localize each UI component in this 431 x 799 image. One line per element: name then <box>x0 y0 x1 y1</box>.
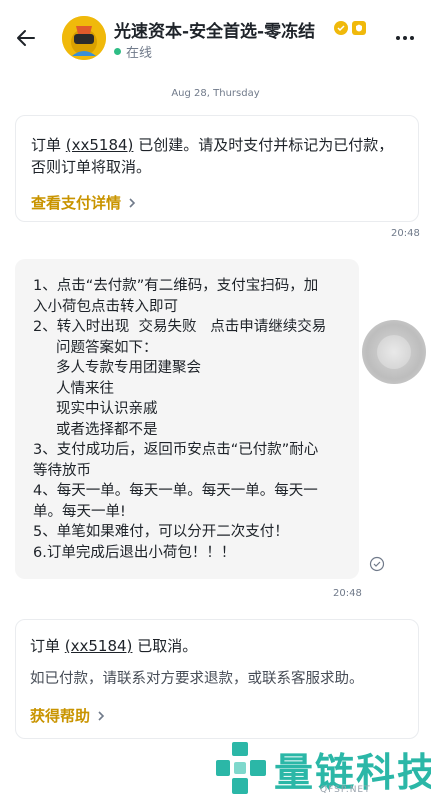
order-cancelled-text: 订单 (xx5184) 已取消。 <box>30 635 402 657</box>
message-line: 4、每天一单。每天一单。每天一单。每天一 <box>33 483 318 499</box>
order-cancelled-message: 已取消。 <box>132 637 198 655</box>
avatar[interactable] <box>62 16 106 60</box>
message-line: 2、转入时出现 交易失败 点击申请继续交易 <box>33 319 327 335</box>
view-payment-details-label: 查看支付详情 <box>31 194 122 212</box>
chevron-right-icon <box>129 197 136 208</box>
order-card-time: 20:48 <box>391 228 420 239</box>
view-payment-details-link[interactable]: 查看支付详情 <box>31 192 402 213</box>
more-horizontal-icon[interactable] <box>396 36 414 40</box>
floating-assistive-button[interactable] <box>362 320 426 384</box>
refund-hint: 如已付款，请联系对方要求退款，或联系客服求助。 <box>30 671 364 687</box>
shield-badge-icon <box>352 21 366 35</box>
order-prefix: 订单 <box>31 136 66 154</box>
chat-message-bubble: 1、点击“去付款”有二维码，支付宝扫码，加 入小荷包点击转入即可 2、转入时出现 交… <box>15 259 359 579</box>
get-help-label: 获得帮助 <box>30 707 91 725</box>
message-time: 20:48 <box>333 588 362 599</box>
cancel-order-id-link[interactable]: (xx5184) <box>65 637 133 655</box>
message-line: 等待放币 <box>33 462 91 479</box>
get-help-link[interactable]: 获得帮助 <box>30 705 402 726</box>
verified-badge-icon <box>334 21 348 35</box>
online-status: 在线 <box>114 42 152 61</box>
order-id-link[interactable]: (xx5184) <box>66 136 134 154</box>
merchant-badges <box>334 21 366 35</box>
arrow-left-icon[interactable] <box>14 26 38 50</box>
date-separator: Aug 28, Thursday <box>0 88 431 99</box>
chat-title: 光速资本-安全首选-零冻结 <box>114 22 316 42</box>
message-status-icon <box>369 556 385 572</box>
watermark-subtext: QFSP.NET <box>320 785 371 795</box>
message-line: 或者选择都不是 <box>33 421 158 438</box>
message-line: 1、点击“去付款”有二维码，支付宝扫码，加 <box>33 278 319 294</box>
watermark: 量链科技 QFSP.NET <box>212 740 431 799</box>
online-dot-icon <box>114 48 121 55</box>
message-line: 6.订单完成后退出小荷包！！！ <box>33 544 236 561</box>
date-separator-label: Aug 28, Thursday <box>171 88 260 99</box>
message-line: 现实中认识亲戚 <box>33 401 158 417</box>
message-line: 单。每天一单! <box>33 503 126 520</box>
message-line: 3、支付成功后，返回币安点击“已付款”耐心 <box>33 442 319 458</box>
chat-header: 光速资本-安全首选-零冻结 在线 <box>0 0 431 80</box>
message-line: 5、单笔如果难付，可以分开二次支付！ <box>33 524 289 540</box>
watermark-logo-icon <box>216 742 266 794</box>
message-line: 多人专款专用团建聚会 <box>33 360 202 376</box>
message-line: 人情来往 <box>33 380 115 397</box>
order-created-card: 订单 (xx5184) 已创建。请及时支付并标记为已付款，否则订单将取消。 查看… <box>15 115 419 222</box>
online-status-label: 在线 <box>126 46 153 61</box>
message-line: 入小荷包点击转入即可 <box>33 298 178 315</box>
message-line: 问题答案如下： <box>33 339 158 356</box>
order-cancelled-card: 订单 (xx5184) 已取消。 如已付款，请联系对方要求退款，或联系客服求助。… <box>15 619 419 739</box>
order-created-text: 订单 (xx5184) 已创建。请及时支付并标记为已付款，否则订单将取消。 <box>31 134 402 178</box>
cancel-order-prefix: 订单 <box>30 637 65 655</box>
chevron-right-icon <box>98 710 105 721</box>
